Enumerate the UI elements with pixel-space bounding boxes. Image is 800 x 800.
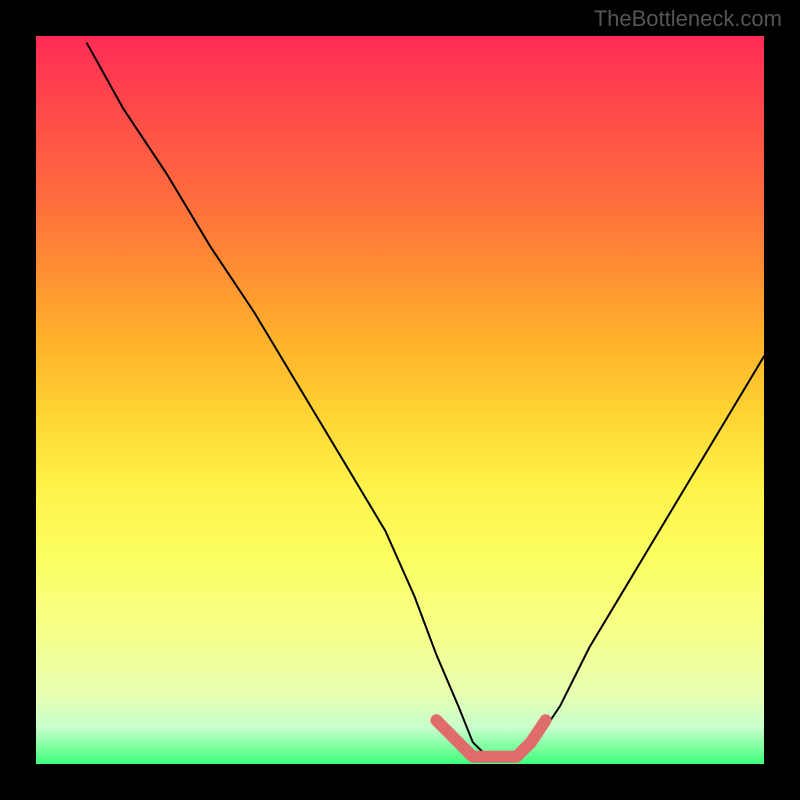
chart-svg — [36, 36, 764, 764]
bottleneck-curve — [87, 43, 764, 756]
watermark-text: TheBottleneck.com — [594, 6, 782, 32]
optimal-band-marker — [436, 720, 545, 756]
plot-area — [36, 36, 764, 764]
